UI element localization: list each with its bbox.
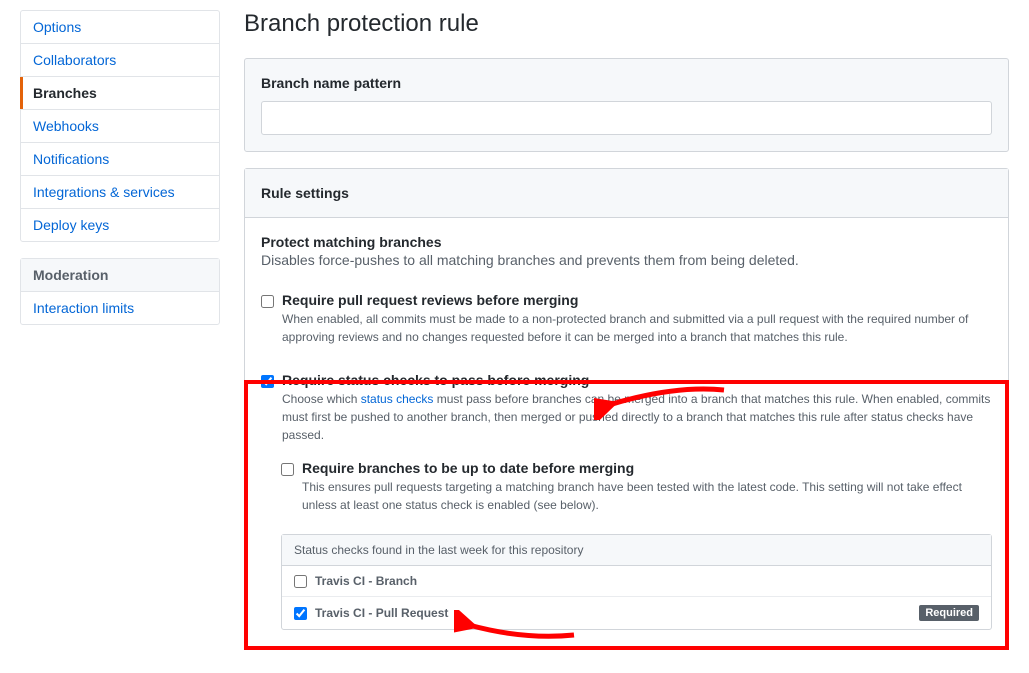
sidebar-item-options[interactable]: Options xyxy=(21,11,219,44)
sidebar-item-deploy-keys[interactable]: Deploy keys xyxy=(21,209,219,241)
require-status-checks-checkbox[interactable] xyxy=(261,375,274,388)
status-check-travis-pr-name: Travis CI - Pull Request xyxy=(315,606,911,620)
sidebar-item-collaborators[interactable]: Collaborators xyxy=(21,44,219,77)
protect-branches-title: Protect matching branches xyxy=(261,234,992,250)
require-uptodate-label: Require branches to be up to date before… xyxy=(302,460,992,476)
require-status-checks-row: Require status checks to pass before mer… xyxy=(261,364,992,452)
require-uptodate-checkbox[interactable] xyxy=(281,463,294,476)
status-checks-list-heading: Status checks found in the last week for… xyxy=(282,535,991,566)
require-pr-reviews-label: Require pull request reviews before merg… xyxy=(282,292,992,308)
required-badge: Required xyxy=(919,605,979,621)
sidebar-item-interaction-limits[interactable]: Interaction limits xyxy=(21,292,219,324)
sidebar-item-notifications[interactable]: Notifications xyxy=(21,143,219,176)
status-check-travis-branch-name: Travis CI - Branch xyxy=(315,574,979,588)
require-status-checks-label: Require status checks to pass before mer… xyxy=(282,372,992,388)
sidebar-moderation-group: Moderation Interaction limits xyxy=(20,258,220,325)
status-check-travis-branch-checkbox[interactable] xyxy=(294,575,307,588)
status-checks-list: Status checks found in the last week for… xyxy=(281,534,992,630)
sidebar-moderation-heading: Moderation xyxy=(21,259,219,292)
rule-settings-heading: Rule settings xyxy=(245,169,1008,218)
sidebar-item-branches[interactable]: Branches xyxy=(21,77,219,110)
require-pr-reviews-checkbox[interactable] xyxy=(261,295,274,308)
sidebar-item-webhooks[interactable]: Webhooks xyxy=(21,110,219,143)
page-title: Branch protection rule xyxy=(244,10,1009,38)
status-check-row-travis-branch: Travis CI - Branch xyxy=(282,566,991,597)
require-pr-reviews-row: Require pull request reviews before merg… xyxy=(261,284,992,354)
require-pr-reviews-desc: When enabled, all commits must be made t… xyxy=(282,310,992,346)
branch-pattern-input[interactable] xyxy=(261,101,992,135)
require-status-desc-pre: Choose which xyxy=(282,392,361,406)
require-uptodate-row: Require branches to be up to date before… xyxy=(281,452,992,522)
status-checks-link[interactable]: status checks xyxy=(361,392,434,406)
status-check-travis-pr-checkbox[interactable] xyxy=(294,607,307,620)
branch-pattern-label: Branch name pattern xyxy=(261,75,992,91)
rule-settings-panel: Rule settings Protect matching branches … xyxy=(244,168,1009,647)
branch-pattern-panel: Branch name pattern xyxy=(244,58,1009,152)
protect-branches-desc: Disables force-pushes to all matching br… xyxy=(261,252,992,268)
main-content: Branch protection rule Branch name patte… xyxy=(244,10,1009,663)
status-check-row-travis-pr: Travis CI - Pull Request Required xyxy=(282,597,991,629)
sidebar-main-group: Options Collaborators Branches Webhooks … xyxy=(20,10,220,242)
require-uptodate-desc: This ensures pull requests targeting a m… xyxy=(302,478,992,514)
require-status-checks-desc: Choose which status checks must pass bef… xyxy=(282,390,992,444)
sidebar-item-integrations[interactable]: Integrations & services xyxy=(21,176,219,209)
settings-sidebar: Options Collaborators Branches Webhooks … xyxy=(20,10,220,663)
